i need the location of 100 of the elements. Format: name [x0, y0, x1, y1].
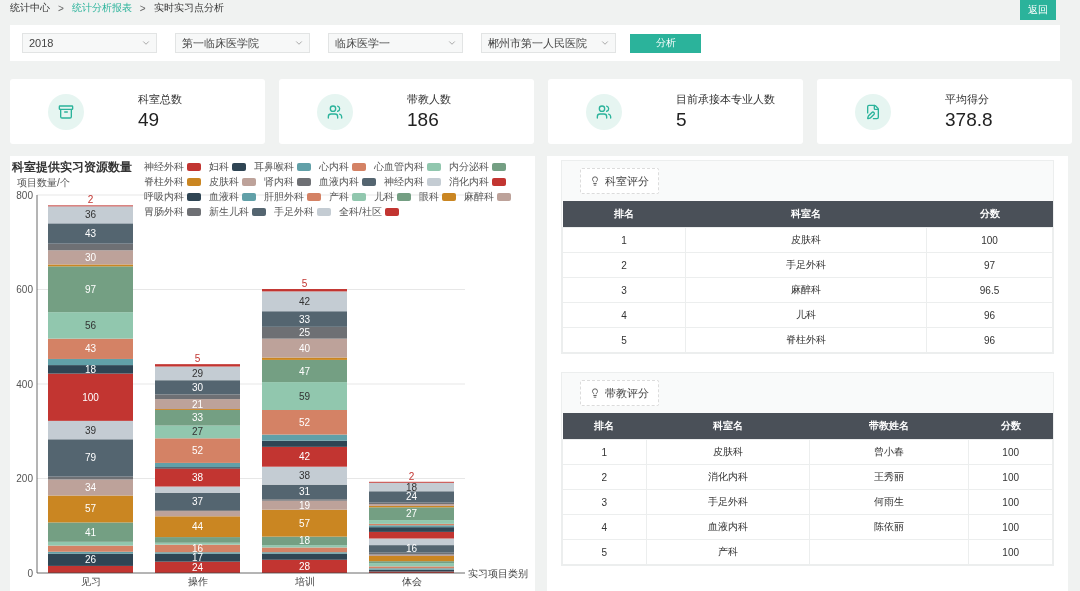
bar-value-label: 39: [84, 424, 97, 436]
breadcrumb-separator: >: [139, 2, 146, 14]
bar-value-label: 43: [84, 228, 97, 239]
stat-value: 378.8: [945, 109, 993, 131]
breadcrumb-separator: >: [58, 2, 64, 14]
bar-value-label: 5: [301, 278, 308, 290]
bar-value-label: 24: [191, 561, 204, 573]
bar-value-label: 21: [191, 398, 204, 410]
bar-value-label: 2: [408, 470, 415, 482]
bar-value-label: 97: [84, 283, 97, 295]
table-cell: 100: [968, 439, 1053, 465]
stat-label: 目前承接本专业人数: [676, 92, 775, 107]
y-tick-label: 800: [16, 189, 33, 201]
bar-value-label: 42: [298, 451, 311, 463]
bar-value-label: 30: [84, 251, 97, 263]
bar-value-label: 52: [298, 416, 311, 428]
bar-value-label: 19: [298, 499, 311, 511]
bar-value-label: 57: [298, 517, 311, 529]
table-cell: 陈依丽: [809, 514, 969, 540]
bar-value-label: 36: [84, 209, 97, 221]
table-cell: 2: [562, 464, 647, 490]
y-tick-label: 400: [16, 378, 33, 390]
column-header: 科室名: [646, 413, 810, 440]
bar-value-label: 18: [298, 535, 311, 547]
table-cell: 脊柱外科: [685, 327, 927, 353]
table-cell: 消化内科: [646, 464, 810, 490]
x-tick-label: 见习: [80, 576, 101, 587]
table-cell: 儿科: [685, 302, 927, 328]
column-header: 排名: [562, 413, 647, 440]
x-tick-label: 操作: [187, 576, 208, 587]
panel-title-text: 科室评分: [605, 173, 649, 189]
column-header: 分数: [968, 413, 1053, 440]
bar-value-label: 31: [298, 486, 311, 498]
table-cell: 麻醉科: [685, 277, 927, 303]
bar-value-label: 40: [298, 342, 311, 354]
bar-value-label: 29: [191, 367, 204, 379]
table-cell: 100: [968, 464, 1053, 490]
bar-value-label: 27: [191, 426, 204, 438]
bar-value-label: 56: [84, 319, 97, 331]
table-cell: 96.5: [926, 277, 1053, 303]
table-cell: 5: [562, 327, 686, 353]
table-cell: 产科: [646, 539, 810, 565]
bar-value-label: 27: [405, 508, 418, 520]
bar-value-label: 37: [191, 495, 204, 507]
bar-value-label: 47: [298, 365, 311, 377]
bar-value-label: 18: [84, 363, 97, 375]
table-cell: 王秀丽: [809, 464, 969, 490]
bar-value-label: 43: [84, 343, 97, 355]
table-cell: 皮肤科: [685, 227, 927, 253]
y-axis-title: 项目数量/个: [17, 177, 70, 188]
bar-value-label: 34: [84, 482, 97, 493]
bar-value-label: 17: [191, 552, 204, 564]
bar-value-label: 25: [298, 327, 311, 339]
bar-value-label: 57: [84, 503, 97, 515]
y-tick-label: 0: [27, 567, 33, 579]
bar-value-label: 38: [191, 472, 204, 484]
bar-value-label: 18: [405, 481, 418, 493]
table-cell: 3: [562, 489, 647, 515]
bar-value-label: 59: [298, 390, 311, 402]
bar-value-label: 52: [191, 445, 204, 457]
x-tick-label: 体会: [401, 576, 422, 587]
x-tick-label: 培训: [294, 576, 315, 587]
table-cell: 96: [926, 302, 1053, 328]
bar-value-label: 33: [298, 313, 311, 325]
bar-value-label: 100: [82, 391, 99, 403]
bar-value-label: 33: [191, 412, 204, 424]
column-header: 带教姓名: [809, 413, 969, 440]
table-cell: 96: [926, 327, 1053, 353]
bar-value-label: 2: [87, 194, 94, 206]
column-header: 排名: [562, 201, 686, 228]
column-header: 科室名: [685, 201, 927, 228]
table-cell: 100: [968, 514, 1053, 540]
stat-value: 5: [676, 109, 688, 131]
table-cell: 血液内科: [646, 514, 810, 540]
table-cell: 100: [926, 227, 1053, 253]
bar-value-label: 5: [194, 353, 201, 365]
table-cell: 何雨生: [809, 489, 969, 515]
chart-title: 科室提供实习资源数量: [12, 160, 132, 174]
table-cell: 2: [562, 252, 686, 278]
bar-value-label: 38: [298, 470, 311, 482]
bar-value-label: 30: [191, 381, 204, 393]
breadcrumb-item: 实时实习点分析: [153, 1, 224, 15]
stat-label: 科室总数: [138, 92, 182, 107]
table-cell: 1: [562, 439, 647, 465]
breadcrumb-item: 统计中心: [10, 1, 50, 15]
table-cell: 97: [926, 252, 1053, 278]
table-cell: 100: [968, 489, 1053, 515]
table-cell: 手足外科: [685, 252, 927, 278]
table-cell: 4: [562, 514, 647, 540]
bar-value-label: 42: [298, 295, 311, 307]
bar-value-label: 24: [405, 491, 418, 503]
table-cell: 5: [562, 539, 647, 565]
stat-value: 186: [407, 109, 440, 131]
bar-value-label: 41: [84, 526, 97, 538]
table-cell: 1: [562, 227, 686, 253]
x-axis-title: 实习项目类别: [468, 568, 528, 579]
table-cell: 曾小春: [809, 439, 969, 465]
bar-value-label: 16: [405, 543, 418, 555]
panel-title-text: 带教评分: [605, 385, 649, 401]
bar-value-label: 79: [84, 452, 97, 464]
